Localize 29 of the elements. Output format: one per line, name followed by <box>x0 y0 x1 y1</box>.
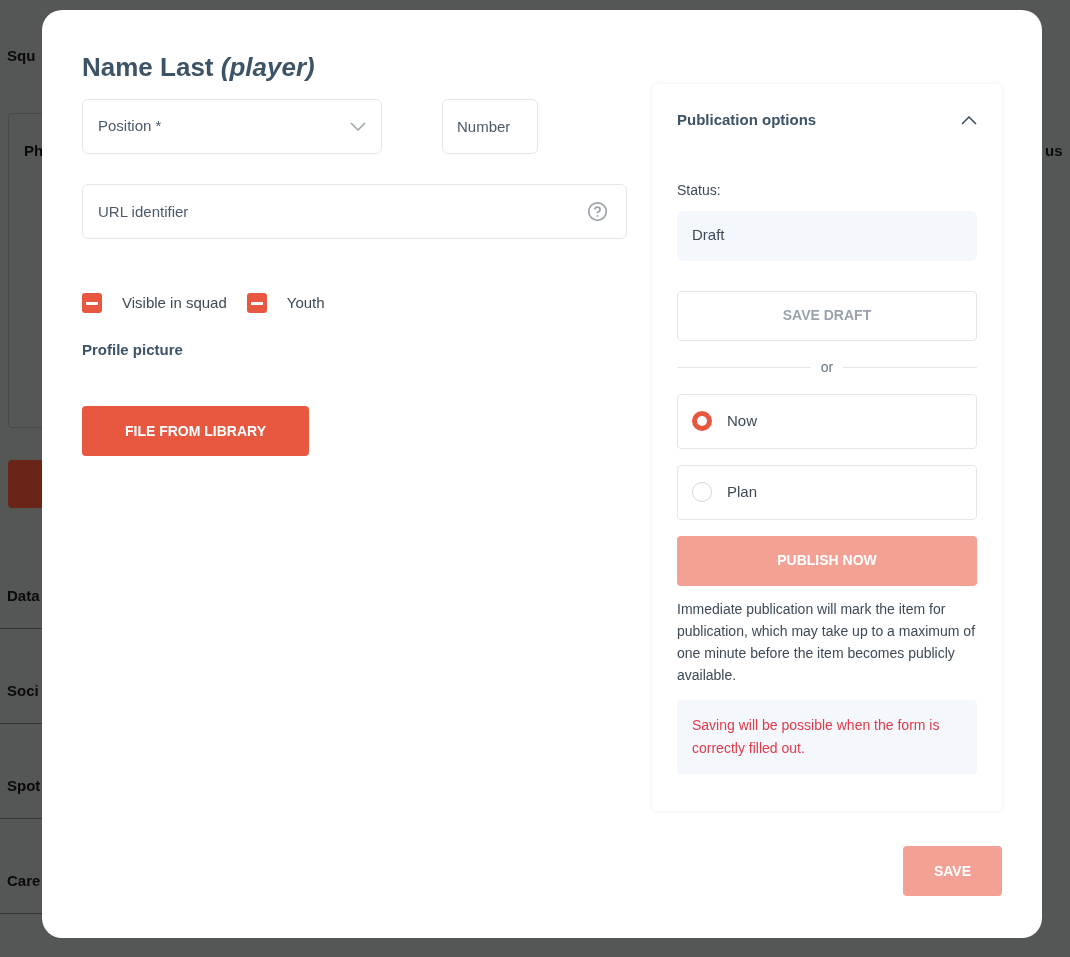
chevron-down-icon <box>350 122 366 131</box>
background-label: Spot <box>7 776 41 796</box>
status-label: Status: <box>677 180 722 200</box>
checkbox-label: Visible in squad <box>122 293 227 313</box>
background-label: us <box>1045 141 1063 161</box>
separator-text: or <box>820 357 834 377</box>
status-field: Draft <box>677 210 977 261</box>
radio-option[interactable]: Plan <box>677 464 977 520</box>
position-select[interactable]: Position * <box>82 99 382 154</box>
background-label: Care <box>7 871 41 891</box>
chevron-up-icon[interactable] <box>961 115 977 125</box>
checkbox[interactable] <box>82 293 102 314</box>
background-label: Squ <box>7 46 36 66</box>
dialog-title: Name Last (player) <box>82 51 316 84</box>
background-label: Ph <box>24 141 44 161</box>
panel-title: Publication options <box>677 110 817 130</box>
number-field[interactable]: Number <box>442 99 538 154</box>
checkbox[interactable] <box>246 293 267 314</box>
error-message: Saving will be possible when the form is correctly filled out. <box>677 699 977 774</box>
url-field[interactable]: URL identifier <box>82 184 627 239</box>
radio-button[interactable] <box>692 411 712 431</box>
help-icon[interactable] <box>587 201 608 222</box>
background-label: Data <box>7 586 40 606</box>
library-button[interactable]: FILE FROM LIBRARY <box>82 406 309 456</box>
background-label: Soci <box>7 681 39 701</box>
info-text: Immediate publication will mark the item for publication, which may take up to a maximum of one minute before the item becomes publicly available. <box>677 599 977 685</box>
section-label: Profile picture <box>82 339 184 360</box>
radio-option[interactable]: Now <box>677 393 977 449</box>
checkbox-label: Youth <box>286 293 325 313</box>
